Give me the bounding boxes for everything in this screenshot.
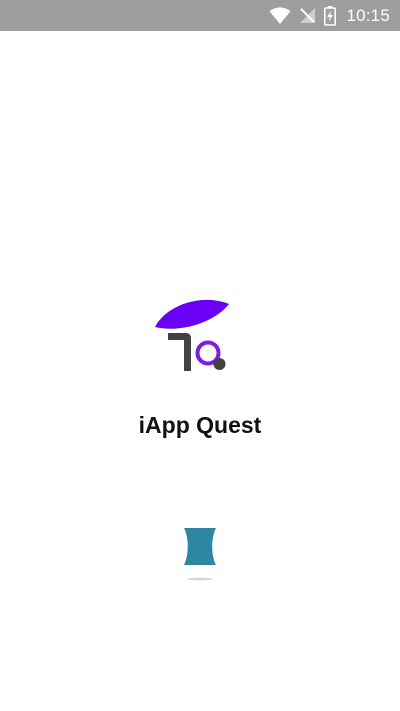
splash-screen: 10:15 iApp Quest	[0, 0, 400, 711]
app-logo	[152, 295, 232, 375]
battery-charging-icon	[324, 5, 337, 26]
no-signal-icon	[299, 7, 316, 24]
status-icons: 10:15	[269, 0, 390, 31]
status-time: 10:15	[346, 5, 390, 25]
app-name: iApp Quest	[138, 412, 262, 438]
status-bar: 10:15	[0, 0, 400, 31]
wifi-icon	[269, 6, 291, 25]
loading-spinner	[182, 525, 218, 585]
